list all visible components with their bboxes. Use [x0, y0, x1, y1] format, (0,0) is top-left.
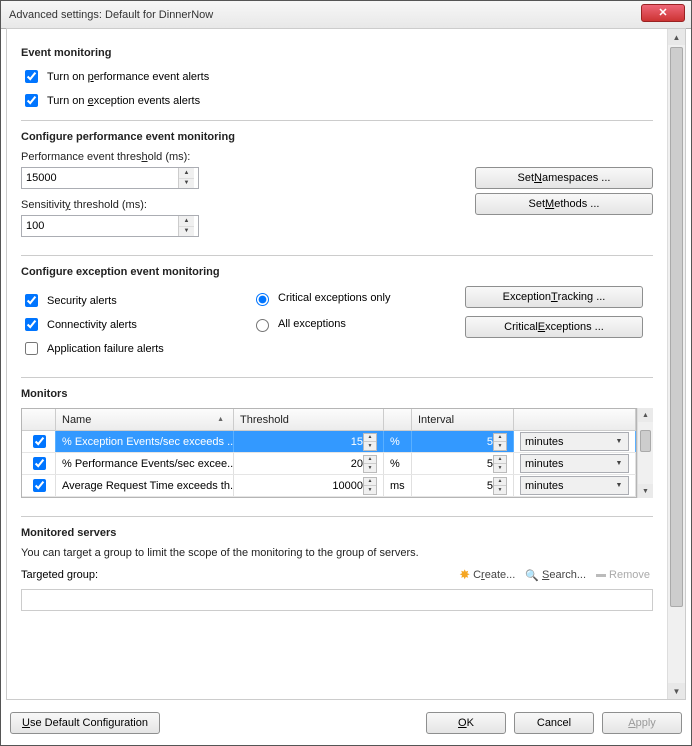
critical-exceptions-button[interactable]: Critical Exceptions ... — [465, 316, 643, 338]
minus-icon — [596, 574, 606, 577]
perf-threshold-field[interactable]: ▲▼ — [21, 167, 199, 189]
spinner[interactable]: ▲▼ — [178, 168, 194, 188]
grid-scrollbar[interactable]: ▲ ▼ — [637, 408, 653, 498]
grid-header: Name▲ Threshold Interval — [22, 409, 636, 431]
exc-alerts-label: Turn on exception events alerts — [47, 95, 200, 107]
sort-asc-icon: ▲ — [217, 416, 227, 423]
monitors-heading: Monitors — [21, 388, 653, 400]
interval-unit-dropdown[interactable]: minutes▼ — [520, 432, 629, 451]
search-link[interactable]: 🔍Search... — [522, 569, 589, 582]
connectivity-alerts-label: Connectivity alerts — [47, 319, 137, 331]
cancel-button[interactable]: Cancel — [514, 712, 594, 734]
remove-link: Remove — [593, 569, 653, 581]
all-exceptions-label: All exceptions — [278, 318, 346, 330]
row-name: Average Request Time exceeds th... — [56, 475, 234, 496]
content-panel: Event monitoring Turn on performance eve… — [6, 28, 686, 700]
col-interval[interactable]: Interval — [412, 409, 514, 430]
targeted-group-box — [21, 589, 653, 611]
col-threshold[interactable]: Threshold — [234, 409, 384, 430]
star-icon: ✸ — [459, 567, 470, 583]
row-unit: % — [384, 431, 412, 452]
servers-heading: Monitored servers — [21, 527, 653, 539]
row-checkbox[interactable] — [33, 435, 46, 448]
create-link[interactable]: ✸Create... — [456, 567, 518, 583]
search-icon: 🔍 — [525, 569, 539, 582]
servers-desc: You can target a group to limit the scop… — [21, 547, 653, 559]
dialog-button-bar: Use Default Configuration OK Cancel Appl… — [6, 706, 686, 740]
close-button[interactable]: ✕ — [641, 4, 685, 22]
exc-heading: Configure exception event monitoring — [21, 266, 653, 278]
event-monitoring-heading: Event monitoring — [21, 47, 653, 59]
spinner[interactable]: ▲▼ — [493, 433, 507, 451]
critical-only-label: Critical exceptions only — [278, 292, 391, 304]
app-failure-checkbox[interactable] — [25, 342, 38, 355]
exception-tracking-button[interactable]: Exception Tracking ... — [465, 286, 643, 308]
perf-threshold-label: Performance event threshold (ms): — [21, 151, 653, 163]
vertical-scrollbar[interactable]: ▲ ▼ — [667, 29, 685, 699]
all-exceptions-radio[interactable] — [256, 319, 269, 332]
row-checkbox[interactable] — [33, 479, 46, 492]
apply-button: Apply — [602, 712, 682, 734]
divider — [21, 255, 653, 256]
sensitivity-input[interactable] — [22, 217, 178, 235]
set-namespaces-button[interactable]: Set Namespaces ... — [475, 167, 653, 189]
spinner[interactable]: ▲▼ — [363, 477, 377, 495]
sensitivity-field[interactable]: ▲▼ — [21, 215, 199, 237]
scroll-area: Event monitoring Turn on performance eve… — [7, 29, 667, 699]
use-default-button[interactable]: Use Default Configuration — [10, 712, 160, 734]
window-title: Advanced settings: Default for DinnerNow — [9, 9, 641, 21]
divider — [21, 377, 653, 378]
spinner[interactable]: ▲▼ — [493, 455, 507, 473]
security-alerts-checkbox[interactable] — [25, 294, 38, 307]
set-methods-button[interactable]: Set Methods ... — [475, 193, 653, 215]
table-row[interactable]: Average Request Time exceeds th... 10000… — [22, 475, 636, 497]
col-name[interactable]: Name▲ — [56, 409, 234, 430]
app-failure-label: Application failure alerts — [47, 343, 164, 355]
chevron-down-icon: ▼ — [612, 482, 626, 489]
spinner[interactable]: ▲▼ — [493, 477, 507, 495]
exc-alerts-checkbox[interactable] — [25, 94, 38, 107]
row-checkbox[interactable] — [33, 457, 46, 470]
critical-only-radio[interactable] — [256, 293, 269, 306]
security-alerts-label: Security alerts — [47, 295, 117, 307]
interval-unit-dropdown[interactable]: minutes▼ — [520, 476, 629, 495]
spinner[interactable]: ▲▼ — [363, 455, 377, 473]
ok-button[interactable]: OK — [426, 712, 506, 734]
interval-unit-dropdown[interactable]: minutes▼ — [520, 454, 629, 473]
row-threshold: 15 — [351, 436, 363, 448]
spinner[interactable]: ▲▼ — [178, 216, 194, 236]
spinner[interactable]: ▲▼ — [363, 433, 377, 451]
row-unit: ms — [384, 475, 412, 496]
chevron-down-icon: ▼ — [612, 438, 626, 445]
monitors-grid: Name▲ Threshold Interval % Exception Eve… — [21, 408, 653, 498]
row-threshold: 10000 — [332, 480, 363, 492]
title-bar: Advanced settings: Default for DinnerNow… — [1, 1, 691, 29]
row-name: % Performance Events/sec excee... — [56, 453, 234, 474]
targeted-group-label: Targeted group: — [21, 569, 98, 581]
table-row[interactable]: % Performance Events/sec excee... 20▲▼ %… — [22, 453, 636, 475]
divider — [21, 120, 653, 121]
perf-heading: Configure performance event monitoring — [21, 131, 653, 143]
perf-threshold-input[interactable] — [22, 169, 178, 187]
group-actions: ✸Create... 🔍Search... Remove — [456, 567, 653, 583]
row-threshold: 20 — [351, 458, 363, 470]
divider — [21, 516, 653, 517]
chevron-down-icon: ▼ — [612, 460, 626, 467]
connectivity-alerts-checkbox[interactable] — [25, 318, 38, 331]
row-name: % Exception Events/sec exceeds ... — [56, 431, 234, 452]
perf-alerts-label: Turn on performance event alerts — [47, 71, 209, 83]
table-row[interactable]: % Exception Events/sec exceeds ... 15▲▼ … — [22, 431, 636, 453]
perf-alerts-checkbox[interactable] — [25, 70, 38, 83]
row-unit: % — [384, 453, 412, 474]
